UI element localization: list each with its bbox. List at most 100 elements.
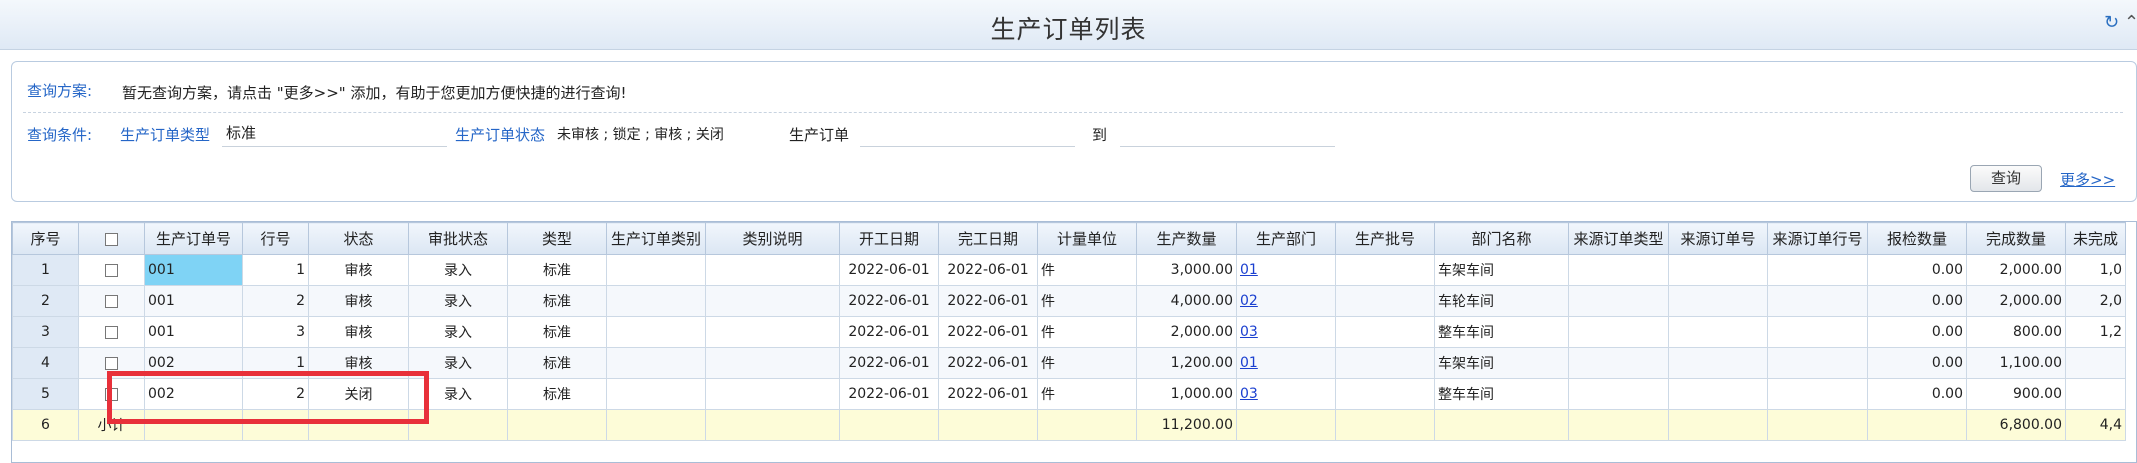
cell-dept-name[interactable]: 车架车间: [1434, 254, 1569, 286]
cell-dept-name[interactable]: 整车车间: [1434, 378, 1569, 410]
dept-link[interactable]: 03: [1240, 386, 1258, 402]
cell-source-type[interactable]: [1568, 378, 1669, 410]
cell-source-type[interactable]: [1568, 316, 1669, 348]
cell-approval[interactable]: 录入: [408, 316, 508, 348]
cell-done-qty[interactable]: 900.00: [1966, 378, 2066, 410]
cell-source-no[interactable]: [1668, 254, 1768, 286]
col-header-source-no[interactable]: 来源订单号: [1668, 222, 1768, 255]
cell-end-date[interactable]: 2022-06-01: [938, 347, 1038, 379]
col-header-source-line[interactable]: 来源订单行号: [1767, 222, 1868, 255]
cell-unit[interactable]: 件: [1037, 316, 1137, 348]
col-header-dept-name[interactable]: 部门名称: [1434, 222, 1569, 255]
cell-type[interactable]: 标准: [507, 285, 607, 317]
cell-quantity[interactable]: 2,000.00: [1136, 316, 1237, 348]
refresh-icon[interactable]: ↻: [2104, 14, 2122, 32]
cell-type[interactable]: 标准: [507, 378, 607, 410]
cell-dept[interactable]: 02: [1236, 285, 1336, 317]
cell-unit[interactable]: 件: [1037, 285, 1137, 317]
table-row[interactable]: 3 001 3 审核 录入 标准 2022-06-01 2022-06-01 件…: [12, 316, 2126, 348]
dept-link[interactable]: 01: [1240, 262, 1258, 278]
cell-source-no[interactable]: [1668, 347, 1768, 379]
row-select[interactable]: [78, 285, 145, 317]
order-type-input[interactable]: [222, 119, 447, 147]
row-checkbox[interactable]: [105, 356, 118, 370]
cell-start-date[interactable]: 2022-06-01: [839, 347, 939, 379]
dept-link[interactable]: 02: [1240, 293, 1258, 309]
col-header-line-no[interactable]: 行号: [242, 222, 309, 255]
cell-batch[interactable]: [1335, 378, 1435, 410]
col-header-source-type[interactable]: 来源订单类型: [1568, 222, 1669, 255]
cell-start-date[interactable]: 2022-06-01: [839, 285, 939, 317]
cell-source-no[interactable]: [1668, 316, 1768, 348]
cell-category-desc[interactable]: [705, 316, 840, 348]
row-checkbox[interactable]: [105, 325, 118, 339]
cell-category-desc[interactable]: [705, 285, 840, 317]
col-header-dept[interactable]: 生产部门: [1236, 222, 1336, 255]
cell-status[interactable]: 审核: [308, 285, 409, 317]
cell-unit[interactable]: 件: [1037, 378, 1137, 410]
cell-undone-qty[interactable]: 1,0: [2065, 254, 2126, 286]
cell-order-no[interactable]: 001: [144, 285, 243, 317]
cell-unit[interactable]: 件: [1037, 347, 1137, 379]
cell-inspect-qty[interactable]: 0.00: [1867, 378, 1967, 410]
cell-source-type[interactable]: [1568, 347, 1669, 379]
cell-source-type[interactable]: [1568, 285, 1669, 317]
row-checkbox[interactable]: [105, 263, 118, 277]
cell-batch[interactable]: [1335, 316, 1435, 348]
cell-done-qty[interactable]: 2,000.00: [1966, 254, 2066, 286]
cell-dept-name[interactable]: 整车车间: [1434, 316, 1569, 348]
cell-category-desc[interactable]: [705, 254, 840, 286]
cell-dept-name[interactable]: 车轮车间: [1434, 285, 1569, 317]
cell-approval[interactable]: 录入: [408, 254, 508, 286]
cell-type[interactable]: 标准: [507, 316, 607, 348]
cell-quantity[interactable]: 1,000.00: [1136, 378, 1237, 410]
order-no-to-input[interactable]: [1120, 119, 1335, 147]
col-header-order-no[interactable]: 生产订单号: [144, 222, 243, 255]
table-row[interactable]: 1 001 1 审核 录入 标准 2022-06-01 2022-06-01 件…: [12, 254, 2126, 286]
col-header-batch[interactable]: 生产批号: [1335, 222, 1435, 255]
cell-line-no[interactable]: 2: [242, 285, 309, 317]
order-status-value[interactable]: 未审核 ; 锁定 ; 审核 ; 关闭: [557, 124, 724, 144]
cell-inspect-qty[interactable]: 0.00: [1867, 316, 1967, 348]
row-select[interactable]: [78, 316, 145, 348]
cell-status[interactable]: 审核: [308, 316, 409, 348]
cell-source-line[interactable]: [1767, 285, 1868, 317]
col-header-unit[interactable]: 计量单位: [1037, 222, 1137, 255]
col-header-end-date[interactable]: 完工日期: [938, 222, 1038, 255]
cell-approval[interactable]: 录入: [408, 285, 508, 317]
cell-source-line[interactable]: [1767, 254, 1868, 286]
cell-line-no[interactable]: 3: [242, 316, 309, 348]
cell-dept-name[interactable]: 车架车间: [1434, 347, 1569, 379]
cell-line-no[interactable]: 1: [242, 254, 309, 286]
cell-batch[interactable]: [1335, 347, 1435, 379]
cell-source-line[interactable]: [1767, 347, 1868, 379]
cell-quantity[interactable]: 4,000.00: [1136, 285, 1237, 317]
cell-inspect-qty[interactable]: 0.00: [1867, 347, 1967, 379]
cell-start-date[interactable]: 2022-06-01: [839, 378, 939, 410]
cell-source-line[interactable]: [1767, 316, 1868, 348]
cell-status[interactable]: 审核: [308, 254, 409, 286]
cell-source-no[interactable]: [1668, 285, 1768, 317]
cell-start-date[interactable]: 2022-06-01: [839, 316, 939, 348]
col-header-category-desc[interactable]: 类别说明: [705, 222, 840, 255]
cell-category-desc[interactable]: [705, 378, 840, 410]
cell-undone-qty[interactable]: 1,2: [2065, 316, 2126, 348]
col-header-done-qty[interactable]: 完成数量: [1966, 222, 2066, 255]
col-header-quantity[interactable]: 生产数量: [1136, 222, 1237, 255]
cell-order-category[interactable]: [606, 254, 706, 286]
cell-end-date[interactable]: 2022-06-01: [938, 378, 1038, 410]
order-no-from-input[interactable]: [860, 119, 1075, 147]
cell-quantity[interactable]: 1,200.00: [1136, 347, 1237, 379]
table-row[interactable]: 2 001 2 审核 录入 标准 2022-06-01 2022-06-01 件…: [12, 285, 2126, 317]
col-header-approval[interactable]: 审批状态: [408, 222, 508, 255]
cell-type[interactable]: 标准: [507, 254, 607, 286]
cell-end-date[interactable]: 2022-06-01: [938, 285, 1038, 317]
cell-order-no[interactable]: 001: [144, 254, 243, 286]
cell-end-date[interactable]: 2022-06-01: [938, 254, 1038, 286]
cell-order-category[interactable]: [606, 378, 706, 410]
cell-order-no[interactable]: 001: [144, 316, 243, 348]
cell-dept[interactable]: 01: [1236, 347, 1336, 379]
more-link[interactable]: 更多>>: [2060, 169, 2115, 190]
cell-end-date[interactable]: 2022-06-01: [938, 316, 1038, 348]
collapse-icon[interactable]: ⌃: [2124, 12, 2137, 33]
